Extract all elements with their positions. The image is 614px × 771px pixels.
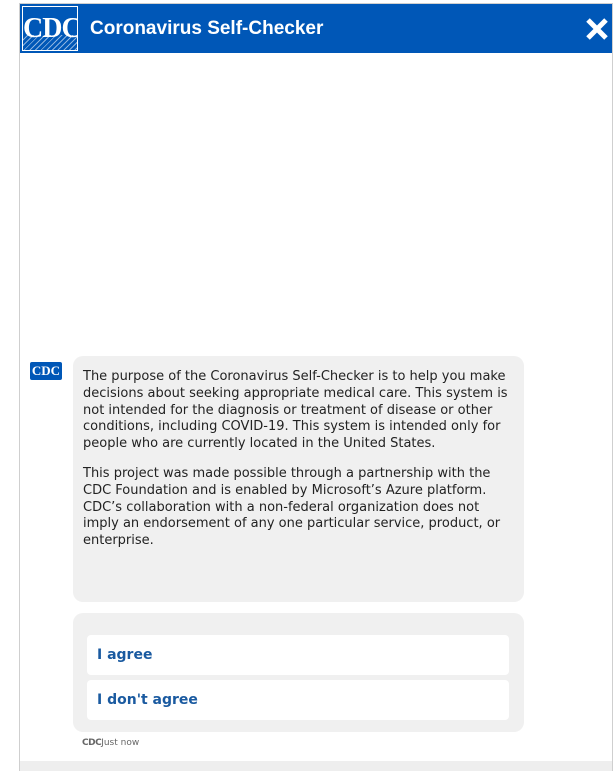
timestamp-source: CDC (82, 738, 102, 748)
chat-title: Coronavirus Self-Checker (90, 18, 324, 39)
message-bubble: The purpose of the Coronavirus Self-Chec… (73, 356, 524, 602)
logo-stripes (23, 35, 77, 50)
chat-window: CDC Coronavirus Self-Checker CDC The pur… (19, 3, 613, 771)
close-icon (586, 18, 608, 40)
message-paragraph: The purpose of the Coronavirus Self-Chec… (83, 369, 508, 452)
input-bar (20, 761, 612, 771)
choices-card: I agree I don't agree (73, 613, 524, 732)
close-button[interactable] (584, 16, 610, 42)
timestamp-time: Just now (101, 738, 140, 748)
cdc-logo: CDC (22, 6, 78, 51)
message-timestamp: CDCJust now (82, 738, 139, 748)
disagree-button[interactable]: I don't agree (87, 680, 509, 720)
chat-header: CDC Coronavirus Self-Checker (20, 4, 612, 53)
message-paragraph: This project was made possible through a… (83, 465, 501, 549)
bot-avatar: CDC (30, 362, 62, 380)
agree-button[interactable]: I agree (87, 635, 509, 675)
